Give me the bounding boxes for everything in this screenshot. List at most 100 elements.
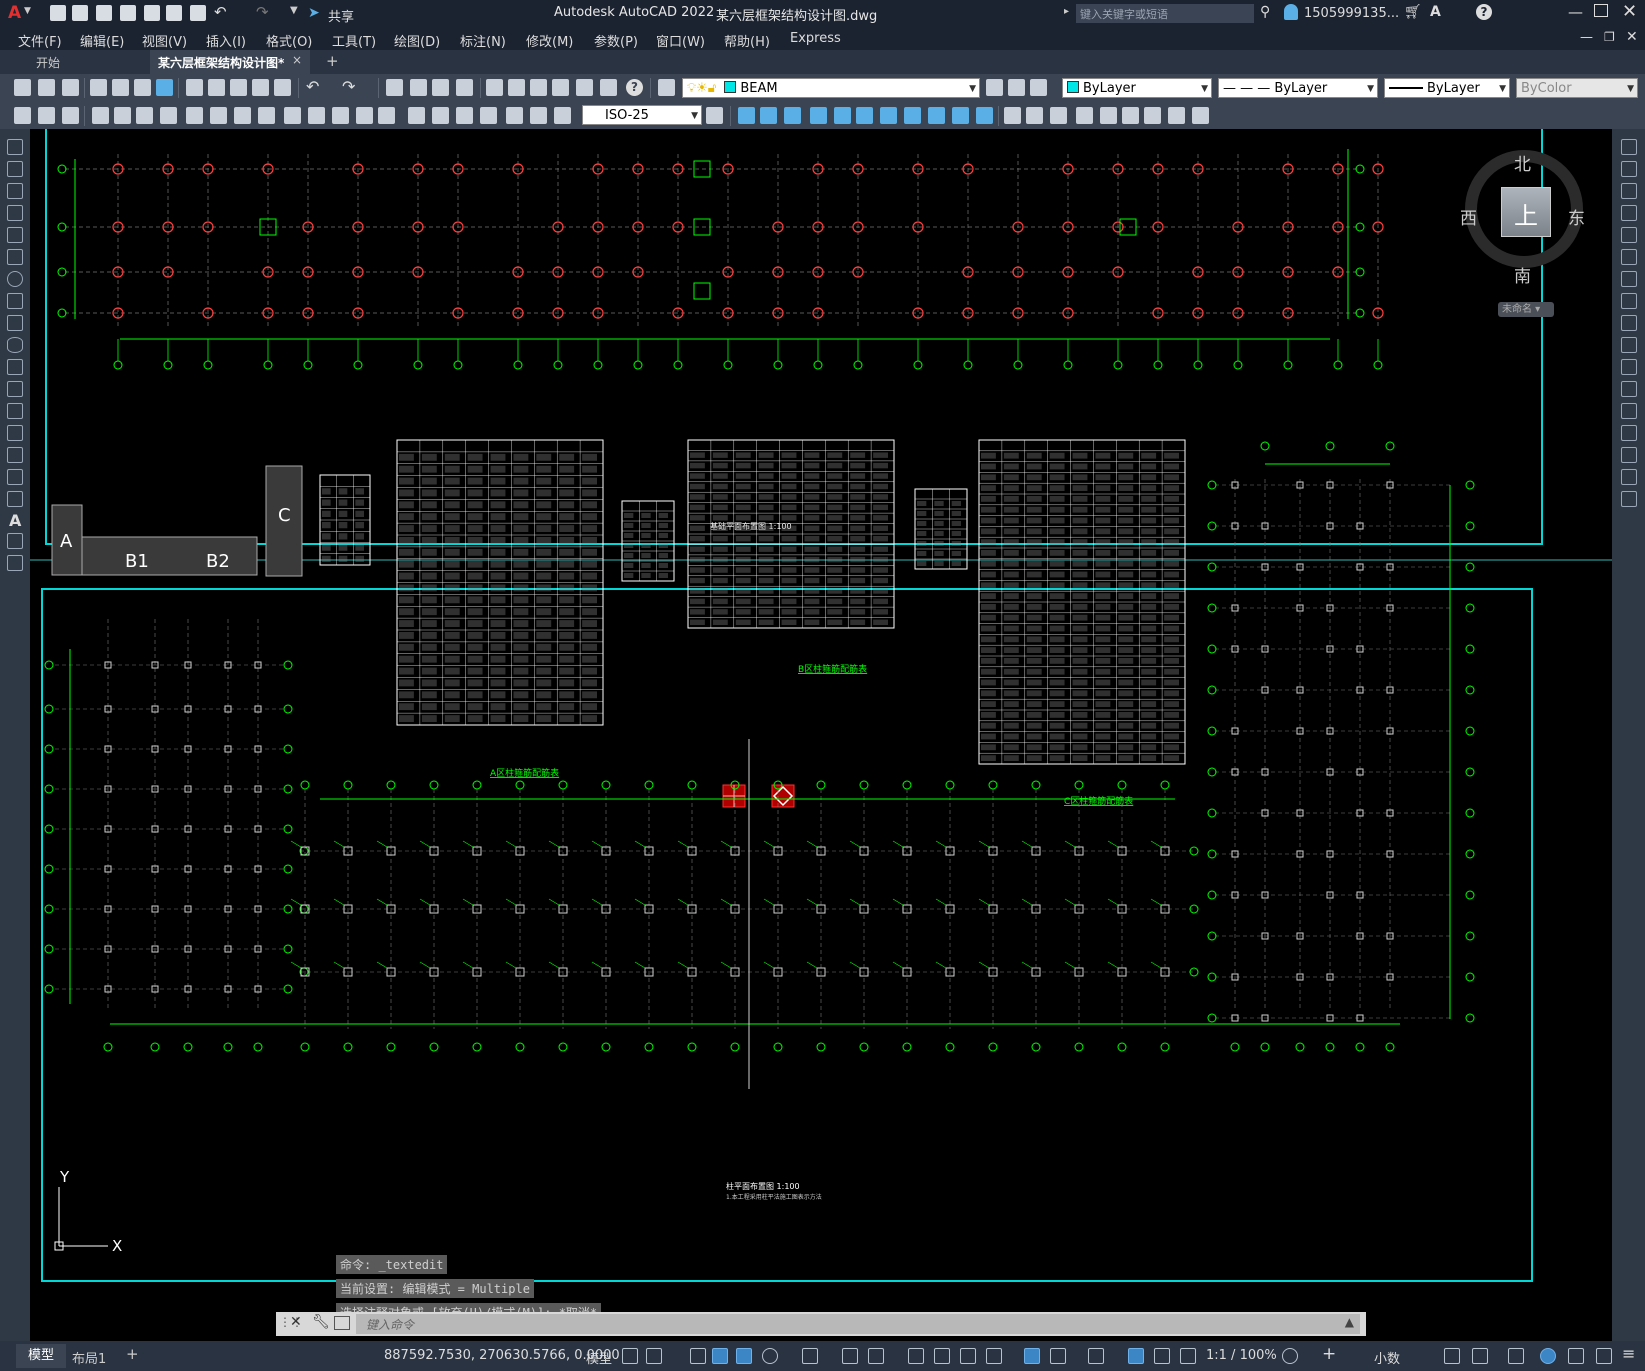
wblock-icon[interactable]	[738, 107, 755, 124]
app-menu-chevron-icon[interactable]: ▼	[24, 6, 31, 16]
fillet-icon[interactable]	[1621, 447, 1637, 463]
chevron-up-icon[interactable]: ▲	[1345, 1315, 1354, 1329]
tool-palettes-icon[interactable]	[530, 79, 547, 96]
share-icon[interactable]: ➤	[308, 5, 320, 21]
extend-icon[interactable]	[1621, 359, 1637, 375]
zoom-realtime-icon[interactable]	[410, 79, 427, 96]
color-dropdown[interactable]: ByLayer ▼	[1062, 78, 1212, 98]
markup-icon[interactable]	[576, 79, 593, 96]
tab-start[interactable]: 开始	[0, 50, 150, 74]
viewcube-face-top[interactable]: 上	[1501, 187, 1551, 237]
radius-dimension-icon[interactable]	[186, 107, 203, 124]
menu-item-help[interactable]: 帮助(H)	[724, 31, 770, 50]
menu-item-dimension[interactable]: 标注(N)	[460, 31, 506, 50]
command-prompt-icon[interactable]	[334, 1316, 350, 1330]
plot-icon[interactable]	[190, 5, 206, 21]
clean-screen-icon[interactable]	[1568, 1348, 1584, 1364]
layer-dropdown[interactable]: 💡︎☀🔓︎ BEAM ▼	[682, 78, 980, 98]
selection-filter-icon[interactable]	[1050, 1348, 1066, 1364]
arc-length-icon[interactable]	[136, 107, 153, 124]
render-icon[interactable]	[1050, 107, 1067, 124]
search-icon[interactable]: ⚲	[1260, 4, 1270, 20]
ungroup-icon[interactable]	[952, 107, 969, 124]
user-name[interactable]: 1505999135...	[1304, 6, 1399, 21]
save-icon[interactable]	[62, 79, 79, 96]
minimize-icon[interactable]: —	[1568, 3, 1583, 21]
lock-ui-icon[interactable]	[1472, 1348, 1488, 1364]
auto-scale-icon[interactable]	[1154, 1348, 1170, 1364]
polar-tracking-icon[interactable]	[762, 1348, 778, 1364]
offset-icon[interactable]	[1621, 205, 1637, 221]
help-icon[interactable]: ?	[626, 79, 643, 96]
copy-object-icon[interactable]	[1621, 161, 1637, 177]
ortho-icon[interactable]	[736, 1348, 752, 1364]
viewports-icon[interactable]	[1076, 107, 1093, 124]
spline-icon[interactable]	[7, 315, 23, 331]
table-icon[interactable]	[7, 533, 23, 549]
autocad-logo-icon[interactable]: A	[8, 3, 21, 23]
annotation-monitor-icon[interactable]: +	[1322, 1344, 1336, 1364]
explode-icon[interactable]	[1621, 491, 1637, 507]
array-icon[interactable]	[1621, 227, 1637, 243]
viewcube-east[interactable]: 东	[1568, 204, 1585, 229]
gizmo-icon[interactable]	[1088, 1348, 1104, 1364]
menu-item-parametric[interactable]: 参数(P)	[594, 31, 638, 50]
zoom-previous-icon[interactable]	[456, 79, 473, 96]
bind-icon[interactable]	[856, 107, 873, 124]
menu-item-insert[interactable]: 插入(I)	[206, 31, 246, 50]
quick-dimension-icon[interactable]	[284, 107, 301, 124]
jogged-dimension-icon[interactable]	[210, 107, 227, 124]
workspace-gear-icon[interactable]	[1282, 1348, 1298, 1364]
object-snap-icon[interactable]	[868, 1348, 884, 1364]
units-dropdown[interactable]: 小数	[1374, 1348, 1400, 1367]
point-icon[interactable]	[7, 425, 23, 441]
annotation-visibility-icon[interactable]	[1128, 1348, 1144, 1364]
undo-icon[interactable]: ↶	[214, 3, 227, 21]
ellipse-arc-icon[interactable]	[7, 359, 23, 375]
open-icon[interactable]	[38, 79, 55, 96]
cart-icon[interactable]: 🛒︎	[1404, 4, 1422, 20]
insert-block-icon[interactable]	[760, 107, 777, 124]
region-icon[interactable]	[7, 491, 23, 507]
circle-icon[interactable]	[7, 271, 23, 287]
grid-icon[interactable]	[622, 1348, 638, 1364]
tab-document[interactable]: 某六层框架结构设计图* ×	[150, 50, 310, 74]
insert-block-icon[interactable]	[7, 381, 23, 397]
clip-icon[interactable]	[834, 107, 851, 124]
menu-item-edit[interactable]: 编辑(E)	[80, 31, 124, 50]
make-block-icon[interactable]	[7, 403, 23, 419]
new-icon[interactable]	[50, 5, 66, 21]
hatch-icon[interactable]	[7, 447, 23, 463]
3d-osnap-icon[interactable]	[986, 1348, 1002, 1364]
diameter-dimension-icon[interactable]	[234, 107, 251, 124]
new-layout-button[interactable]: +	[126, 1345, 139, 1363]
multiline-text-icon[interactable]: A	[9, 511, 21, 530]
menu-item-window[interactable]: 窗口(W)	[656, 31, 705, 50]
add-selected-icon[interactable]	[7, 555, 23, 571]
annotation-scale-icon[interactable]	[1180, 1348, 1196, 1364]
group-edit-icon[interactable]	[976, 107, 993, 124]
save-icon[interactable]	[96, 5, 112, 21]
tab-layout1[interactable]: 布局1	[72, 1348, 106, 1367]
layer-isolate-icon[interactable]	[62, 107, 79, 124]
doc-restore-icon[interactable]: ❐	[1604, 30, 1615, 44]
infer-constraints-icon[interactable]	[690, 1348, 706, 1364]
search-expand-icon[interactable]: ▸	[1064, 6, 1069, 17]
design-center-icon[interactable]	[508, 79, 525, 96]
make-current-icon[interactable]	[986, 79, 1003, 96]
baseline-dimension-icon[interactable]	[308, 107, 325, 124]
pan-icon[interactable]	[386, 79, 403, 96]
autodesk-a360-icon[interactable]: A	[1430, 4, 1441, 20]
blend-icon[interactable]	[1621, 469, 1637, 485]
transparency-icon[interactable]	[934, 1348, 950, 1364]
sheet-set-icon[interactable]	[552, 79, 569, 96]
share-button[interactable]: 共享	[328, 6, 354, 25]
ordinate-dimension-icon[interactable]	[160, 107, 177, 124]
dimstyle-dropdown[interactable]: ISO-25 ▼	[582, 105, 702, 125]
dynamic-input-icon[interactable]	[712, 1348, 728, 1364]
dimension-space-icon[interactable]	[356, 107, 373, 124]
isolate-objects-icon[interactable]	[1508, 1348, 1524, 1364]
plot-icon[interactable]	[90, 79, 107, 96]
undo-icon[interactable]: ↶	[306, 77, 319, 96]
inspection-icon[interactable]	[456, 107, 473, 124]
